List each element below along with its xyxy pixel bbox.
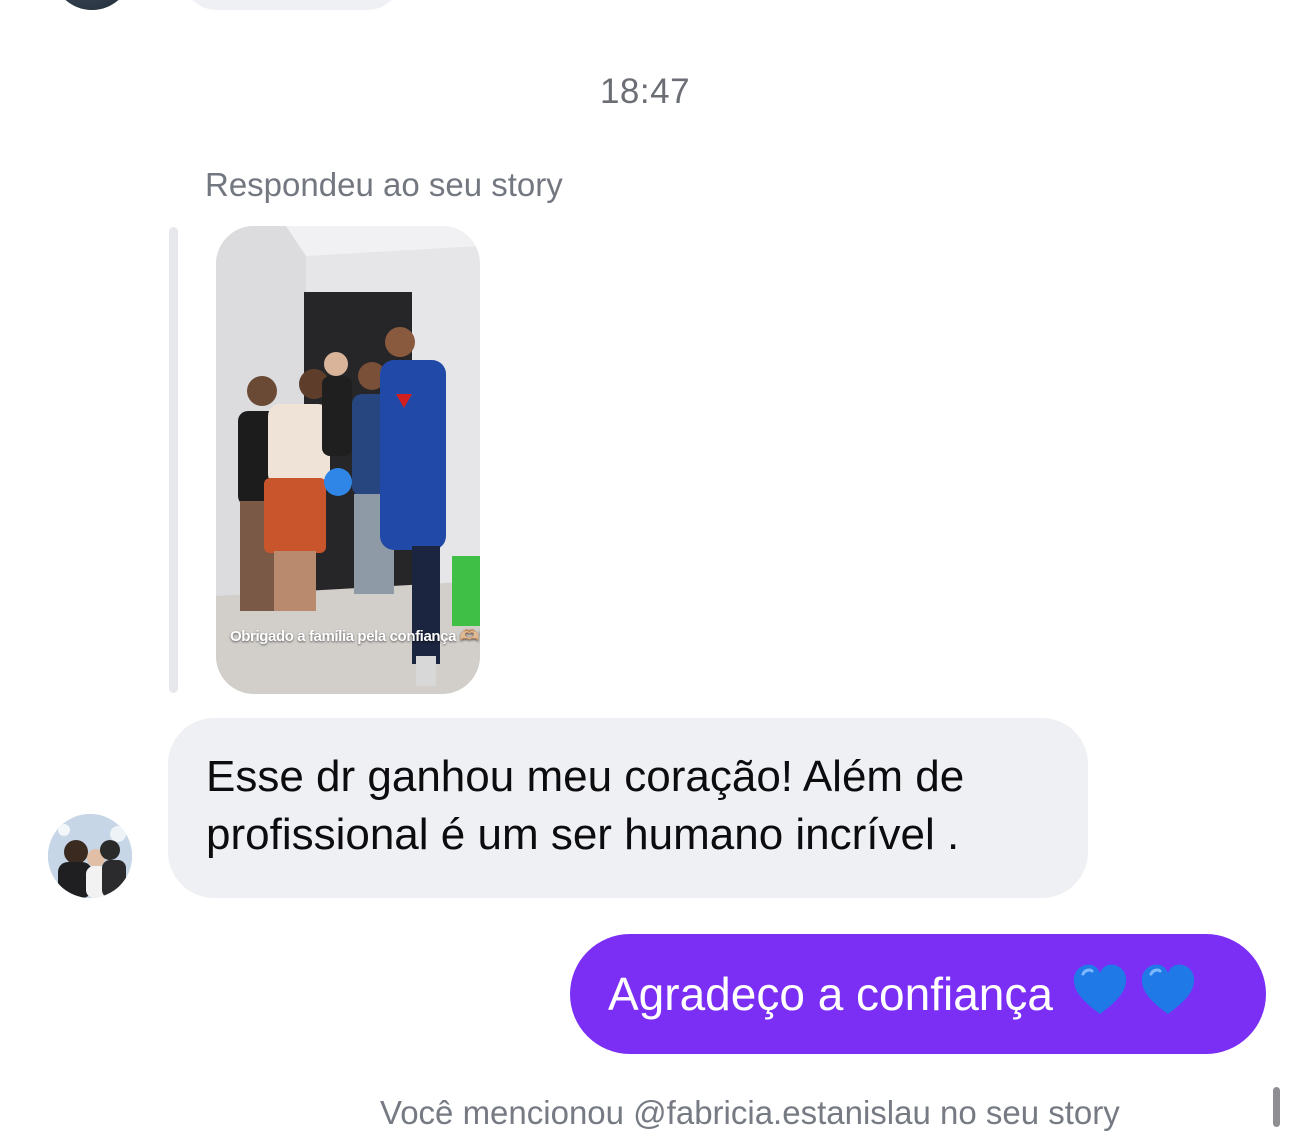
scrollbar[interactable]	[1273, 1087, 1280, 1127]
blue-heart-icon	[1141, 964, 1195, 1014]
mention-system-note: Você mencionou @fabricia.estanislau no s…	[380, 1094, 1120, 1131]
reply-indicator-bar	[169, 227, 178, 693]
previous-sender-avatar[interactable]	[52, 0, 132, 10]
previous-message-bubble[interactable]	[182, 0, 402, 10]
outgoing-message-text: Agradeço a confiança	[608, 968, 1053, 1020]
story-thumbnail[interactable]: Obrigado a família pela confiança 🫶🏼🤍	[216, 226, 480, 694]
story-caption: Obrigado a família pela confiança 🫶🏼🤍	[216, 626, 480, 646]
outgoing-message-bubble[interactable]: Agradeço a confiança	[570, 934, 1266, 1054]
incoming-message-bubble[interactable]: Esse dr ganhou meu coração! Além de prof…	[168, 718, 1088, 898]
story-caption-text: Obrigado a família pela confiança	[230, 628, 457, 645]
sender-avatar-photo	[48, 814, 132, 898]
sender-avatar[interactable]	[48, 814, 132, 898]
story-caption-emoji: 🫶🏼🤍	[459, 628, 480, 645]
blue-heart-icon	[1073, 964, 1127, 1014]
incoming-message-text: Esse dr ganhou meu coração! Além de prof…	[206, 752, 965, 859]
story-reply-label: Respondeu ao seu story	[205, 166, 563, 203]
message-timestamp: 18:47	[599, 72, 691, 111]
story-photo	[216, 226, 480, 694]
